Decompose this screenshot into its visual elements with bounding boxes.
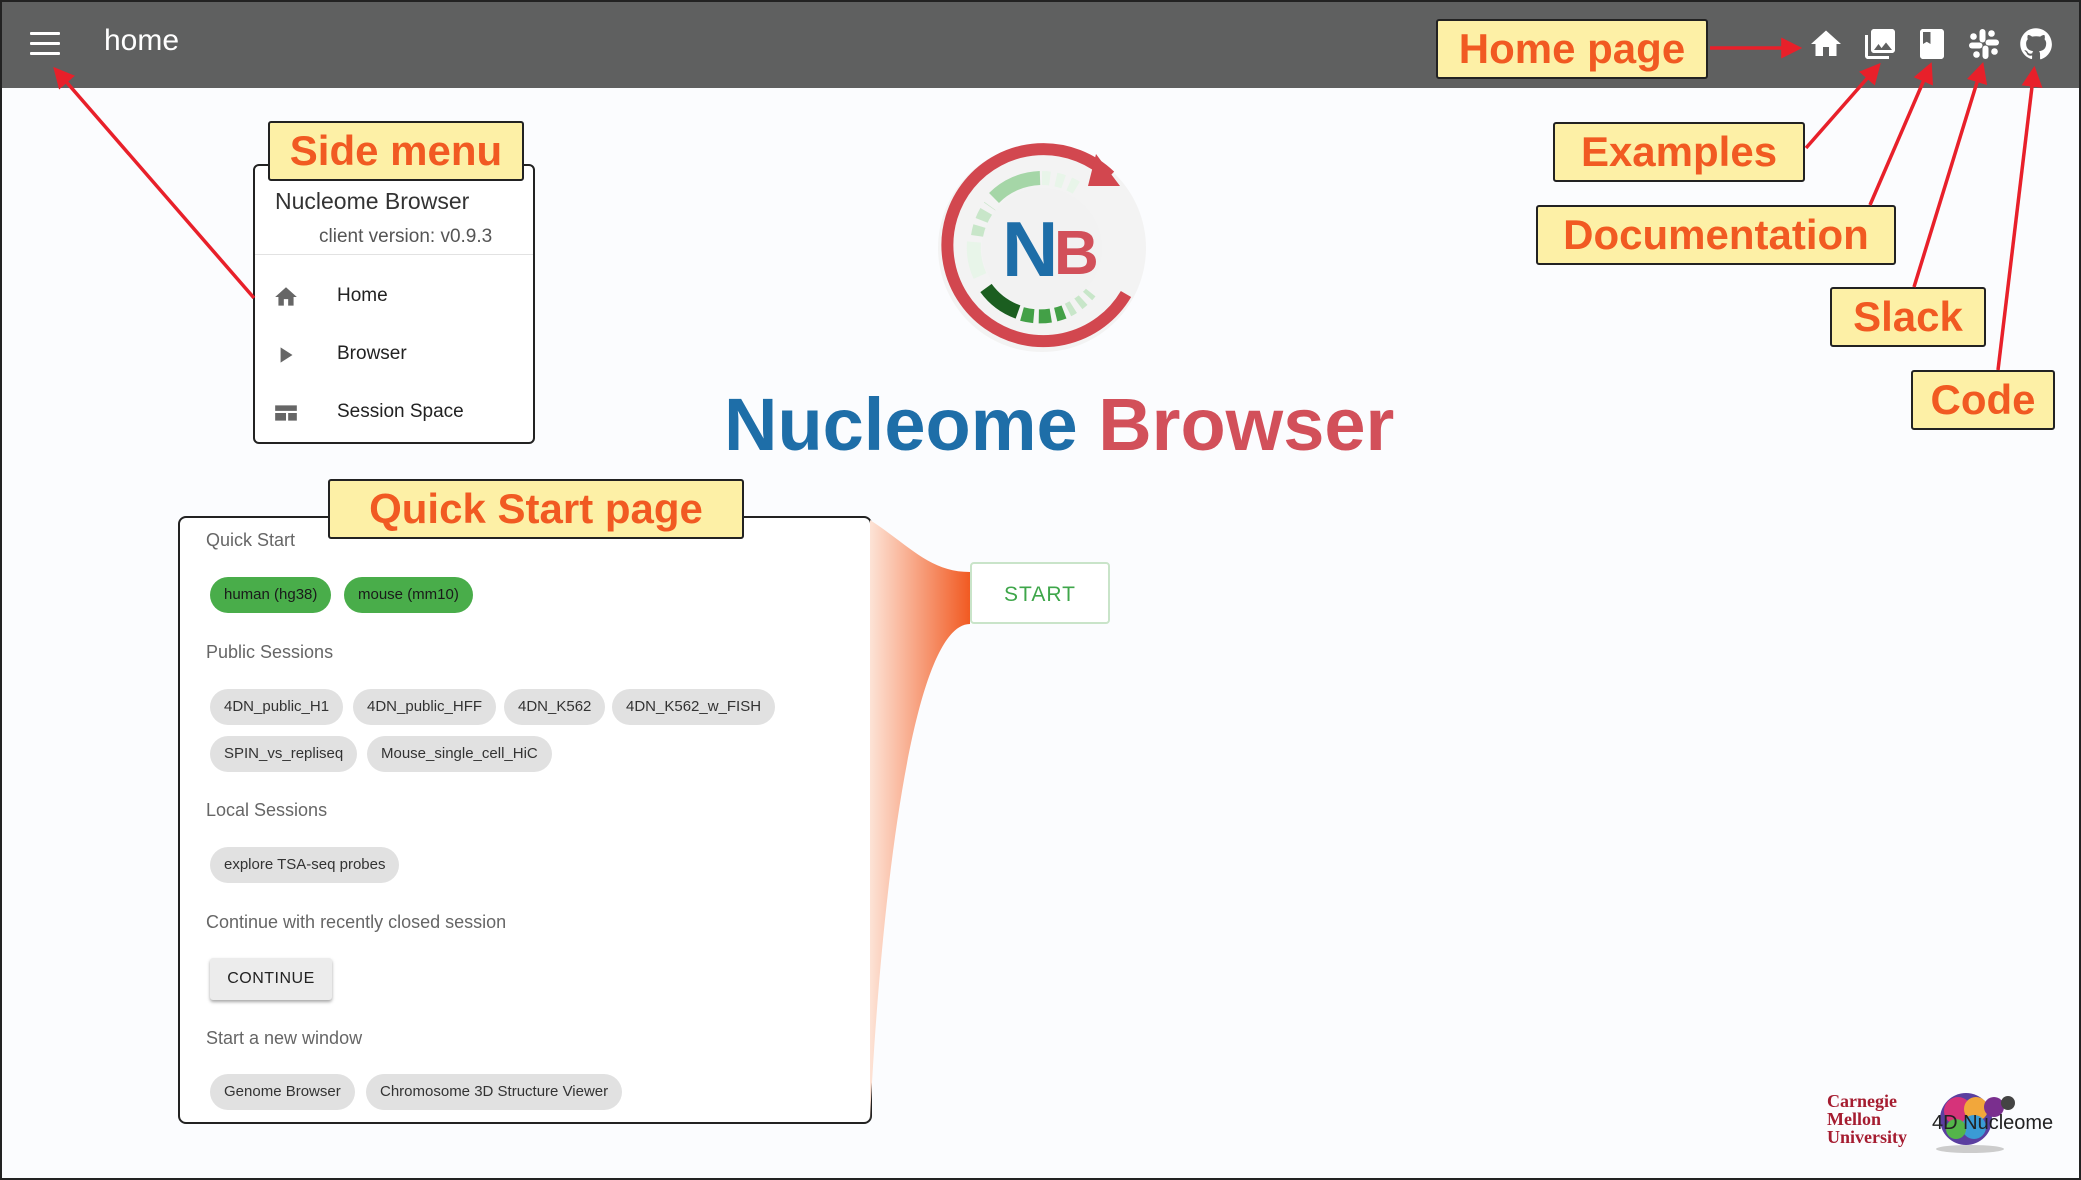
- cmu-logo-line: University: [1827, 1127, 1907, 1147]
- start-button[interactable]: START: [970, 562, 1110, 624]
- image-gallery-icon[interactable]: [1862, 26, 1898, 62]
- app-name-title: Nucleome Browser: [724, 382, 1394, 467]
- client-version: client version: v0.9.3: [319, 226, 493, 247]
- divider: [255, 254, 533, 255]
- new-window-chip-genome-browser[interactable]: Genome Browser: [210, 1074, 355, 1110]
- side-menu-panel: Nucleome Browser client version: v0.9.3 …: [253, 164, 535, 444]
- annotation-home-page: Home page: [1436, 19, 1708, 79]
- slack-icon[interactable]: [1966, 26, 2002, 62]
- continue-heading: Continue with recently closed session: [206, 912, 507, 932]
- annotation-side-menu: Side menu: [268, 121, 524, 181]
- home-icon[interactable]: [1808, 26, 1844, 62]
- side-menu-title: Nucleome Browser: [275, 188, 470, 214]
- menu-icon[interactable]: [30, 32, 60, 58]
- annotation-slack: Slack: [1830, 287, 1986, 347]
- public-session-chip[interactable]: 4DN_public_H1: [210, 689, 344, 725]
- new-window-heading: Start a new window: [206, 1028, 363, 1048]
- continue-button[interactable]: CONTINUE: [210, 958, 332, 1000]
- callout-funnel: [870, 520, 970, 1120]
- app-bar-title: home: [104, 24, 180, 57]
- side-menu-item-label: Session Space: [337, 401, 464, 422]
- public-session-chip[interactable]: SPIN_vs_repliseq: [210, 736, 358, 772]
- public-session-chip[interactable]: 4DN_K562: [504, 689, 606, 725]
- side-menu-item-session-space[interactable]: Session Space: [255, 388, 533, 438]
- title-browser: Browser: [1098, 383, 1395, 466]
- genome-chip-human[interactable]: human (hg38): [210, 577, 332, 613]
- quick-start-panel: Quick Start human (hg38) mouse (mm10) Pu…: [178, 516, 872, 1124]
- book-icon[interactable]: [1914, 26, 1950, 62]
- new-window-chip-3d-viewer[interactable]: Chromosome 3D Structure Viewer: [366, 1074, 623, 1110]
- public-session-chip[interactable]: 4DN_public_HFF: [353, 689, 497, 725]
- title-nucleome: Nucleome: [724, 383, 1078, 466]
- cmu-logo: Carnegie Mellon University: [1827, 1092, 1919, 1146]
- annotation-code: Code: [1911, 370, 2055, 430]
- logo-letter-b: B: [1054, 219, 1099, 288]
- annotation-documentation: Documentation: [1536, 205, 1896, 265]
- genome-chip-mouse[interactable]: mouse (mm10): [344, 577, 473, 613]
- public-session-chip[interactable]: Mouse_single_cell_HiC: [367, 736, 552, 772]
- local-session-chip[interactable]: explore TSA-seq probes: [210, 847, 400, 883]
- nucleome-browser-logo: N B: [938, 143, 1146, 352]
- cmu-logo-line: Carnegie: [1827, 1091, 1897, 1111]
- cmu-logo-line: Mellon: [1827, 1109, 1881, 1129]
- view-panel-icon: [275, 405, 297, 421]
- side-menu-item-label: Home: [337, 285, 388, 306]
- side-menu-item-home[interactable]: Home: [255, 272, 533, 322]
- side-menu-item-label: Browser: [337, 343, 407, 364]
- play-icon: [280, 347, 293, 363]
- quick-start-heading: Quick Start: [206, 530, 296, 550]
- logo-letter-n: N: [1002, 205, 1058, 293]
- home-icon: [275, 287, 297, 306]
- public-session-chip[interactable]: 4DN_K562_w_FISH: [612, 689, 776, 725]
- annotation-quick-start-page: Quick Start page: [328, 479, 744, 539]
- local-sessions-heading: Local Sessions: [206, 800, 328, 820]
- public-sessions-heading: Public Sessions: [206, 642, 334, 662]
- side-menu-item-browser[interactable]: Browser: [255, 330, 533, 380]
- app-bar: home: [2, 2, 2079, 88]
- annotation-examples: Examples: [1553, 122, 1805, 182]
- 4dn-logo-text: 4D Nucleome: [1932, 1112, 2054, 1134]
- github-icon[interactable]: [2018, 26, 2054, 62]
